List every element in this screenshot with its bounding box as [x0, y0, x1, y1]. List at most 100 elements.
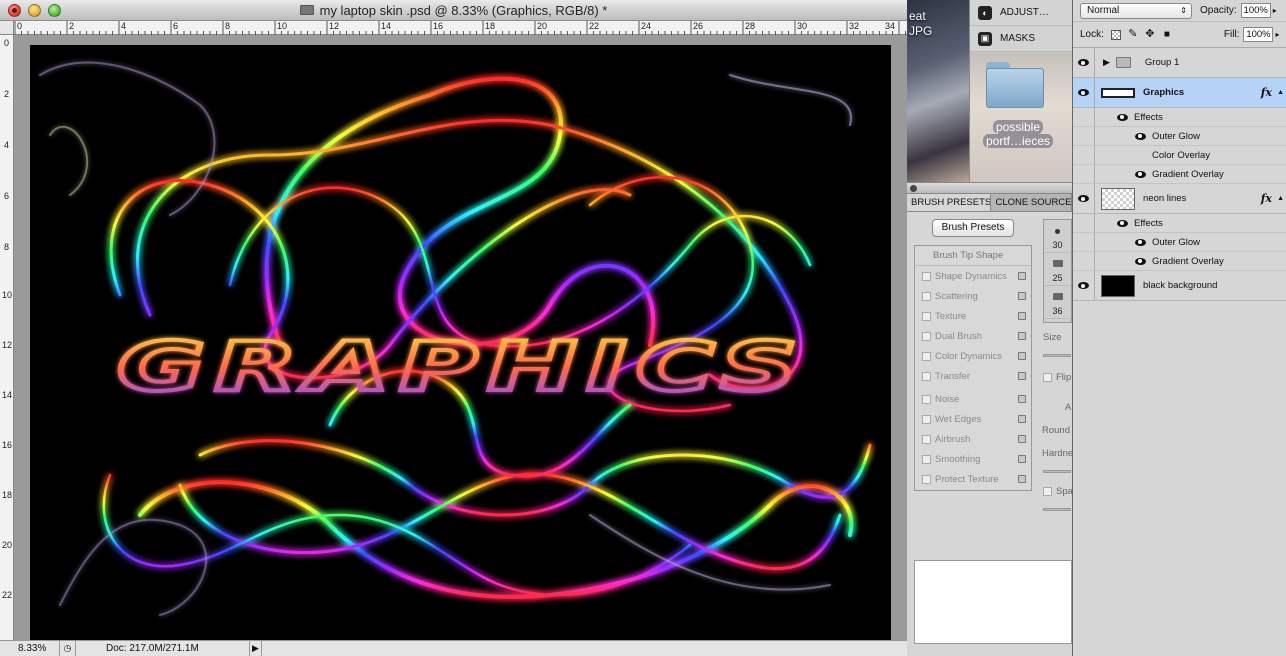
layer-neon-lines[interactable]: neon lines fx ▲	[1073, 184, 1286, 214]
folder-label[interactable]: possible portf…ieces	[970, 120, 1066, 148]
brush-option[interactable]: Protect Texture	[915, 469, 1031, 489]
lock-icon[interactable]	[1018, 435, 1026, 443]
collapse-arrow-icon[interactable]: ▲	[1277, 89, 1284, 96]
minimize-window-button[interactable]	[28, 4, 41, 17]
document-canvas[interactable]: GRAPHICS	[30, 45, 891, 640]
close-window-button[interactable]	[8, 4, 21, 17]
tab-brush-presets[interactable]: BRUSH PRESETS	[907, 194, 992, 211]
fx-icon[interactable]: fx	[1261, 86, 1272, 99]
ruler-top[interactable]: 0 2 4 6 8 10 12 14 16 18 20 22 24 26 28 …	[14, 21, 907, 35]
checkbox[interactable]	[922, 474, 931, 484]
effect-row[interactable]: Outer Glow	[1073, 233, 1286, 252]
lock-move-icon[interactable]: ✥	[1145, 28, 1155, 40]
layer-black-background[interactable]: black background	[1073, 271, 1286, 301]
lock-icon[interactable]	[1018, 455, 1026, 463]
checkbox[interactable]	[922, 271, 931, 281]
flip-checkbox[interactable]	[1043, 373, 1052, 382]
spacing-checkbox[interactable]	[1043, 487, 1052, 496]
fx-icon[interactable]: fx	[1261, 192, 1272, 205]
checkbox[interactable]	[922, 454, 931, 464]
lock-icon[interactable]	[1018, 372, 1026, 380]
lock-transparency-icon[interactable]	[1110, 29, 1121, 40]
checkbox[interactable]	[922, 394, 931, 404]
lock-icon[interactable]	[1018, 332, 1026, 340]
checkbox[interactable]	[922, 371, 931, 381]
effects-row[interactable]: Effects	[1073, 214, 1286, 233]
effects-row[interactable]: Effects	[1073, 108, 1286, 127]
opacity-arrow-icon[interactable]: ▸	[1273, 6, 1282, 15]
folder-icon[interactable]	[986, 62, 1044, 108]
checkbox[interactable]	[922, 434, 931, 444]
effect-row[interactable]: Gradient Overlay	[1073, 165, 1286, 184]
lock-icon[interactable]	[1018, 395, 1026, 403]
lock-icon[interactable]	[1018, 272, 1026, 280]
brush-option[interactable]: Airbrush	[915, 429, 1031, 449]
checkbox[interactable]	[922, 291, 931, 301]
opacity-field[interactable]: 100%	[1240, 3, 1271, 18]
eye-icon[interactable]	[1135, 257, 1146, 265]
visibility-toggle[interactable]	[1073, 78, 1095, 107]
tab-clone-source[interactable]: CLONE SOURCE	[991, 194, 1072, 211]
checkbox[interactable]	[922, 414, 931, 424]
checkbox[interactable]	[922, 331, 931, 341]
lock-icon[interactable]	[1018, 352, 1026, 360]
fill-arrow-icon[interactable]: ▸	[1275, 30, 1284, 39]
panel-collapse-bar[interactable]	[907, 182, 1072, 194]
eye-icon[interactable]	[1135, 132, 1146, 140]
brush-option[interactable]: Dual Brush	[915, 326, 1031, 346]
eye-icon[interactable]	[1135, 170, 1146, 178]
brush-tip[interactable]: 30	[1044, 220, 1071, 253]
layer-group-1[interactable]: ▶ Group 1	[1073, 48, 1286, 78]
brush-option[interactable]: Wet Edges	[915, 409, 1031, 429]
masks-tab[interactable]: ▣ MASKS	[970, 26, 1072, 52]
adjustments-tab[interactable]: ◐ ADJUST…	[970, 0, 1072, 26]
layer-graphics[interactable]: Graphics fx ▲	[1073, 78, 1286, 108]
lock-all-icon[interactable]: ■	[1162, 29, 1172, 40]
visibility-toggle[interactable]	[1073, 184, 1095, 213]
visibility-toggle[interactable]	[1073, 48, 1095, 77]
spacing-slider[interactable]	[1043, 508, 1071, 511]
blend-mode-select[interactable]: Normal ⇕	[1080, 2, 1192, 19]
zoom-field[interactable]: 8.33%	[0, 640, 60, 656]
desktop-file-label[interactable]: eat	[909, 10, 926, 23]
eye-icon[interactable]	[1135, 238, 1146, 246]
brush-option[interactable]: Transfer	[915, 366, 1031, 386]
brush-tip[interactable]: 25	[1044, 253, 1071, 286]
ruler-origin[interactable]	[0, 21, 14, 35]
title-bar[interactable]: my laptop skin .psd @ 8.33% (Graphics, R…	[0, 0, 907, 21]
eye-icon[interactable]	[1117, 113, 1128, 121]
checkbox[interactable]	[922, 351, 931, 361]
brush-option[interactable]: Smoothing	[915, 449, 1031, 469]
brush-presets-button[interactable]: Brush Presets	[932, 219, 1014, 237]
lock-brush-icon[interactable]: ✎	[1128, 28, 1138, 40]
visibility-toggle[interactable]	[1073, 271, 1095, 300]
lock-icon[interactable]	[1018, 292, 1026, 300]
effect-row[interactable]: Gradient Overlay	[1073, 252, 1286, 271]
brush-tip[interactable]: 36	[1044, 286, 1071, 319]
brush-option[interactable]: Texture	[915, 306, 1031, 326]
effect-row[interactable]: Outer Glow	[1073, 127, 1286, 146]
canvas-area[interactable]: GRAPHICS	[14, 35, 907, 640]
eye-icon[interactable]	[1117, 219, 1128, 227]
effect-row[interactable]: Color Overlay	[1073, 146, 1286, 165]
collapse-arrow-icon[interactable]: ▲	[1277, 195, 1284, 202]
checkbox[interactable]	[922, 311, 931, 321]
brush-option[interactable]: Scattering	[915, 286, 1031, 306]
fill-field[interactable]: 100%	[1243, 27, 1274, 42]
lock-icon[interactable]	[1018, 312, 1026, 320]
brush-option[interactable]: Noise	[915, 389, 1031, 409]
brush-option[interactable]: Color Dynamics	[915, 346, 1031, 366]
lock-icon[interactable]	[1018, 475, 1026, 483]
ruler-left[interactable]: 0 2 4 6 8 10 12 14 16 18 20 22	[0, 35, 14, 640]
collapse-dot-icon[interactable]	[910, 185, 917, 192]
desktop-file-label[interactable]: JPG	[909, 25, 932, 38]
hardness-slider[interactable]	[1043, 470, 1071, 473]
lock-icon[interactable]	[1018, 415, 1026, 423]
status-menu-arrow-icon[interactable]: ▶	[250, 640, 262, 656]
status-options-icon[interactable]: ◷	[60, 640, 76, 656]
brush-tip-shape-item[interactable]: Brush Tip Shape	[915, 246, 1031, 266]
brush-option[interactable]: Shape Dynamics	[915, 266, 1031, 286]
size-slider[interactable]	[1043, 354, 1071, 357]
disclosure-triangle-icon[interactable]: ▶	[1103, 57, 1110, 68]
zoom-window-button[interactable]	[48, 4, 61, 17]
